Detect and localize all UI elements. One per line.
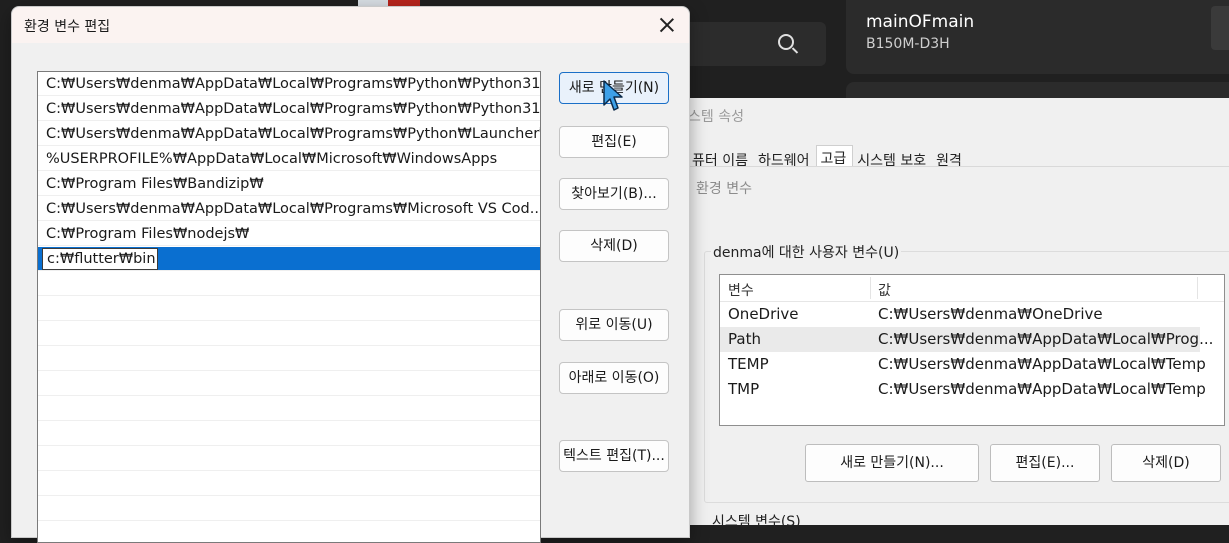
- table-row[interactable]: OneDrive C:₩Users₩denma₩OneDrive: [720, 302, 1224, 327]
- path-text: C:₩Users₩denma₩AppData₩Local₩Programs₩Py…: [46, 76, 540, 92]
- path-text: C:₩Program Files₩nodejs₩: [46, 226, 250, 242]
- list-item-empty[interactable]: [38, 497, 540, 521]
- list-item-empty[interactable]: [38, 447, 540, 471]
- browse-button[interactable]: 찾아보기(B)...: [559, 178, 669, 210]
- rename-device-button[interactable]: [1211, 6, 1229, 50]
- user-new-button[interactable]: 새로 만들기(N)...: [805, 444, 979, 482]
- list-item-empty[interactable]: [38, 422, 540, 446]
- environment-variables-title: 환경 변수: [696, 181, 752, 197]
- user-edit-button[interactable]: 편집(E)...: [990, 444, 1100, 482]
- list-item[interactable]: C:₩Users₩denma₩AppData₩Local₩Programs₩Mi…: [38, 197, 540, 221]
- list-item-empty[interactable]: [38, 522, 540, 542]
- close-icon[interactable]: [659, 17, 675, 33]
- edit-text-button[interactable]: 텍스트 편집(T)...: [559, 440, 669, 472]
- delete-button[interactable]: 삭제(D): [559, 230, 669, 262]
- list-item-empty[interactable]: [38, 297, 540, 321]
- list-item-empty[interactable]: [38, 372, 540, 396]
- list-item[interactable]: C:₩Users₩denma₩AppData₩Local₩Programs₩Py…: [38, 72, 540, 96]
- dialog-titlebar[interactable]: 환경 변수 편집: [12, 7, 689, 43]
- variable-name: TMP: [728, 380, 760, 398]
- table-row[interactable]: TEMP C:₩Users₩denma₩AppData₩Local₩Temp: [720, 352, 1224, 377]
- path-text: C:₩Users₩denma₩AppData₩Local₩Programs₩Mi…: [46, 201, 540, 217]
- variable-value: C:₩Users₩denma₩AppData₩Local₩Temp: [878, 380, 1206, 398]
- edit-environment-variable-dialog: 환경 변수 편집 C:₩Users₩denma₩AppData₩Local₩Pr…: [11, 6, 690, 543]
- column-header-value[interactable]: 값: [878, 280, 891, 300]
- variable-name: TEMP: [728, 355, 769, 373]
- path-text: C:₩Users₩denma₩AppData₩Local₩Programs₩Py…: [46, 101, 540, 117]
- list-header: 변수 값: [720, 275, 1224, 302]
- path-text: %USERPROFILE%₩AppData₩Local₩Microsoft₩Wi…: [46, 151, 498, 167]
- system-properties-title: 스템 속성: [688, 109, 744, 125]
- path-text: C:₩Program Files₩Bandizip₩: [46, 176, 264, 192]
- list-item-empty[interactable]: [38, 272, 540, 296]
- list-item-empty[interactable]: [38, 472, 540, 496]
- user-delete-button[interactable]: 삭제(D): [1111, 444, 1221, 482]
- column-header-variable[interactable]: 변수: [728, 280, 754, 300]
- move-up-button[interactable]: 위로 이동(U): [559, 309, 669, 341]
- list-item-empty[interactable]: [38, 347, 540, 371]
- variable-value: C:₩Users₩denma₩OneDrive: [878, 305, 1103, 323]
- device-card: mainOFmain B150M-D3H: [846, 0, 1229, 74]
- list-item[interactable]: %USERPROFILE%₩AppData₩Local₩Microsoft₩Wi…: [38, 147, 540, 171]
- move-down-button[interactable]: 아래로 이동(O): [559, 362, 669, 394]
- device-model: B150M-D3H: [866, 36, 950, 52]
- variable-name: OneDrive: [728, 305, 799, 323]
- search-icon[interactable]: [778, 34, 794, 50]
- new-button[interactable]: 새로 만들기(N): [559, 72, 669, 104]
- user-variables-list[interactable]: 변수 값 OneDrive C:₩Users₩denma₩OneDrive Pa…: [719, 274, 1225, 426]
- background-search-box[interactable]: [688, 22, 826, 66]
- edit-button[interactable]: 편집(E): [559, 126, 669, 158]
- variable-value: C:₩Users₩denma₩AppData₩Local₩Prog...: [878, 330, 1214, 348]
- list-item[interactable]: C:₩Program Files₩Bandizip₩: [38, 172, 540, 196]
- user-variables-label: denma에 대한 사용자 변수(U): [711, 242, 902, 262]
- list-item[interactable]: C:₩Program Files₩nodejs₩: [38, 222, 540, 246]
- list-item-empty[interactable]: [38, 322, 540, 346]
- path-list[interactable]: C:₩Users₩denma₩AppData₩Local₩Programs₩Py…: [37, 71, 541, 543]
- device-name: mainOFmain: [866, 12, 975, 32]
- list-item-editing[interactable]: [38, 247, 540, 271]
- variable-name: Path: [728, 330, 761, 348]
- environment-variables-window: 환경 변수 denma에 대한 사용자 변수(U) 변수 값 OneDrive …: [688, 166, 1229, 530]
- dialog-title: 환경 변수 편집: [24, 19, 111, 35]
- system-variables-label: 시스템 변수(S): [712, 514, 801, 530]
- list-item[interactable]: C:₩Users₩denma₩AppData₩Local₩Programs₩Py…: [38, 97, 540, 121]
- table-row-selected[interactable]: Path C:₩Users₩denma₩AppData₩Local₩Prog..…: [720, 327, 1213, 352]
- list-item[interactable]: C:₩Users₩denma₩AppData₩Local₩Programs₩Py…: [38, 122, 540, 146]
- path-edit-input[interactable]: [42, 248, 158, 270]
- list-item-empty[interactable]: [38, 397, 540, 421]
- variable-value: C:₩Users₩denma₩AppData₩Local₩Temp: [878, 355, 1206, 373]
- path-text: C:₩Users₩denma₩AppData₩Local₩Programs₩Py…: [46, 126, 540, 142]
- table-row[interactable]: TMP C:₩Users₩denma₩AppData₩Local₩Temp: [720, 377, 1224, 402]
- user-variables-group: denma에 대한 사용자 변수(U) 변수 값 OneDrive C:₩Use…: [704, 242, 1229, 503]
